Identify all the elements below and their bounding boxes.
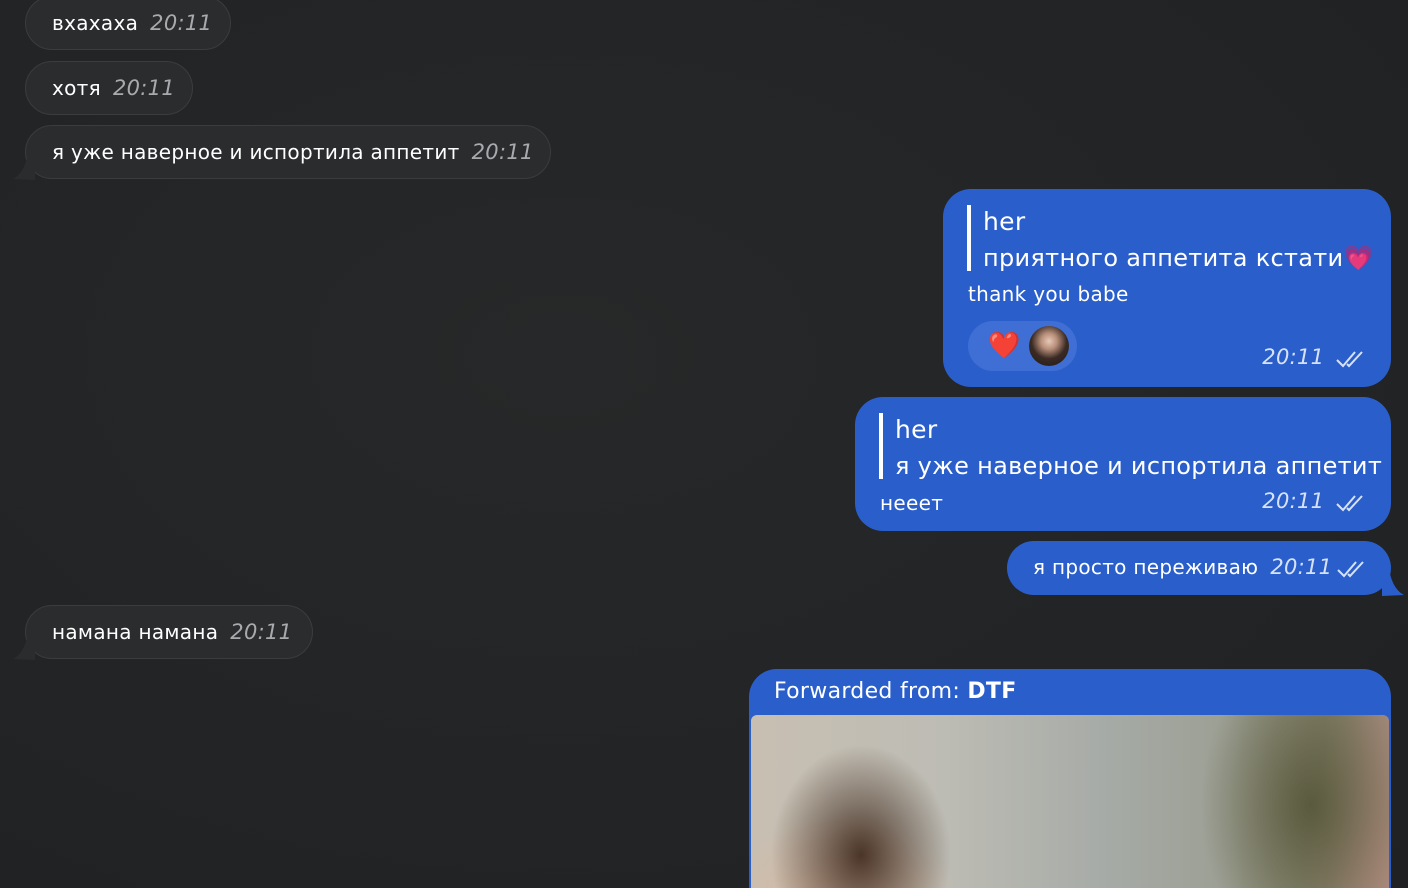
message-text: хотя [52,76,101,100]
quote-text: я уже наверное и испортила аппетит [895,452,1383,480]
quote-text: приятного аппетита кстати💗 [983,244,1374,272]
message-time: 20:11 [112,76,175,100]
chat-message-area[interactable]: вхахаха 20:11 хотя 20:11 я уже наверное и … [0,0,1408,888]
incoming-message[interactable]: хотя 20:11 [25,61,193,115]
message-text: я уже наверное и испортила аппетит [52,140,460,164]
outgoing-message[interactable]: her я уже наверное и испортила аппетит н… [855,397,1391,531]
forwarded-header[interactable]: Forwarded from: DTF [774,677,1017,707]
message-time: 20:11 [471,140,534,164]
message-time: 20:11 [1262,345,1325,369]
forwarded-source[interactable]: DTF [967,679,1016,704]
message-text: нееет [880,491,944,515]
double-check-icon [1336,494,1363,511]
incoming-message[interactable]: намана намана 20:11 [25,605,313,659]
reaction-pill[interactable]: ❤️ [968,321,1077,371]
double-check-icon [1337,560,1365,577]
media-preview[interactable] [751,715,1389,888]
quote-author: her [895,415,938,444]
outgoing-message[interactable]: я просто переживаю 20:11 [1007,541,1391,595]
message-text: я просто переживаю [1033,555,1259,579]
outgoing-message[interactable]: her приятного аппетита кстати💗 thank you… [943,189,1391,387]
double-check-icon [1336,350,1363,367]
bubble-tail [13,638,35,660]
message-text: вхахаха [52,11,139,35]
incoming-message[interactable]: я уже наверное и испортила аппетит 20:11 [25,125,551,179]
reactor-avatar[interactable] [1029,326,1069,366]
reply-quote[interactable]: her приятного аппетита кстати💗 [967,205,1374,272]
message-text: thank you babe [968,282,1129,306]
quote-author: her [983,207,1026,236]
message-text: намана намана [52,620,219,644]
message-time: 20:11 [1262,489,1325,513]
message-time: 20:11 [1270,555,1333,579]
reply-quote[interactable]: her я уже наверное и испортила аппетит [879,413,1382,480]
incoming-message[interactable]: вхахаха 20:11 [25,0,231,50]
bubble-tail [1382,574,1404,596]
forwarded-message[interactable]: Forwarded from: DTF [749,669,1391,888]
message-time: 20:11 [230,620,293,644]
message-time: 20:11 [150,11,213,35]
forwarded-prefix: Forwarded from: [774,679,968,704]
heart-reaction-icon: ❤️ [988,331,1021,361]
bubble-tail [13,158,35,180]
